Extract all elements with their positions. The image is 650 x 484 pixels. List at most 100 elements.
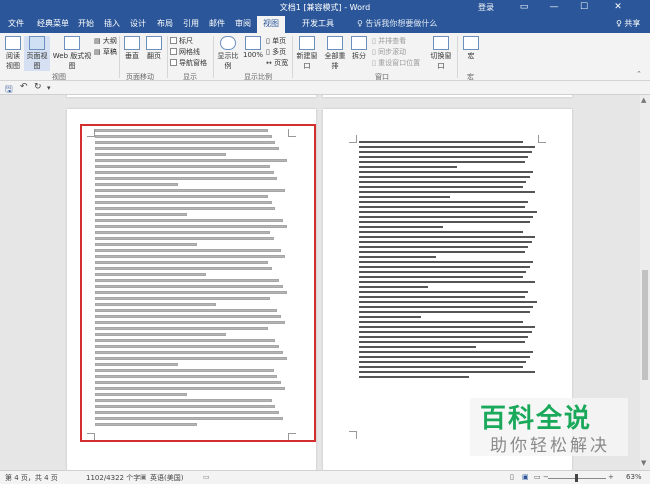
text-line	[359, 291, 529, 293]
zoom-button[interactable]: 显示比例	[216, 36, 240, 71]
language[interactable]: 英语(美国)	[150, 473, 183, 483]
text-line	[359, 191, 536, 193]
text-line	[359, 311, 530, 313]
text-line	[359, 256, 436, 258]
read-mode-button[interactable]: 阅读 视图	[3, 36, 23, 71]
vertical-button[interactable]: 垂直	[122, 36, 142, 61]
close-button[interactable]: ✕	[604, 0, 632, 15]
new-window-button[interactable]: 新建窗口	[294, 36, 320, 71]
print-layout-button[interactable]: 页面视图	[24, 36, 50, 71]
minimize-button[interactable]: —	[540, 0, 568, 15]
arrange-all-button[interactable]: 全部重排	[322, 36, 348, 71]
previous-page-bottom	[67, 95, 316, 97]
text-line	[359, 366, 523, 368]
scroll-down-icon[interactable]: ▼	[641, 459, 646, 467]
zoom-out-icon[interactable]: −	[543, 473, 549, 481]
outline-label: 大纲	[102, 37, 117, 45]
view-side-by-side-label: 并排查看	[378, 37, 407, 45]
text-line	[359, 166, 457, 168]
page-width-button[interactable]: ↔ 页宽	[266, 58, 288, 68]
macros-label: 宏	[467, 52, 475, 60]
crop-mark	[349, 431, 357, 439]
tab-classic-menu[interactable]: 经典菜单	[37, 18, 69, 29]
switch-windows-label: 切换窗口	[430, 52, 452, 70]
tab-developer[interactable]: 开发工具	[302, 18, 334, 29]
tab-mailings[interactable]: 邮件	[209, 18, 225, 29]
checkbox-icon	[170, 37, 177, 44]
side-to-side-label: 翻页	[147, 52, 161, 60]
print-layout-status-icon[interactable]: ▣	[522, 473, 529, 481]
scrollbar-thumb[interactable]	[642, 270, 648, 380]
synchronous-scrolling-button[interactable]: ▯ 同步滚动	[372, 47, 406, 57]
one-page-button[interactable]: ▯ 单页	[266, 36, 286, 46]
title-bar: 文档1 [兼容模式] - Word 登录 ▭ — ☐ ✕	[0, 0, 650, 15]
customize-toolbar-icon[interactable]: ▾	[47, 84, 51, 92]
text-line	[359, 326, 536, 328]
zoom-100-button[interactable]: 100%	[242, 36, 264, 59]
maximize-button[interactable]: ☐	[570, 0, 598, 15]
zoom-100-icon	[245, 36, 261, 50]
text-line	[359, 226, 443, 228]
macros-button[interactable]: 宏	[462, 36, 480, 61]
undo-icon[interactable]: ↶	[20, 82, 28, 92]
reset-window-position-button[interactable]: ▯ 重设窗口位置	[372, 58, 420, 68]
word-count[interactable]: 1102/4322 个字	[86, 473, 140, 483]
text-line	[359, 181, 527, 183]
tab-home[interactable]: 开始	[78, 18, 94, 29]
view-side-by-side-button[interactable]: ▯ 并排查看	[372, 36, 406, 46]
split-icon	[351, 36, 367, 50]
previous-page-bottom	[323, 95, 572, 97]
text-line	[359, 171, 534, 173]
share-button[interactable]: ♀ 共享	[616, 18, 640, 29]
new-window-icon	[299, 36, 315, 50]
zoom-in-icon[interactable]: +	[608, 473, 614, 481]
vertical-scrollbar[interactable]: ▲ ▼	[640, 95, 650, 470]
zoom-slider-thumb[interactable]	[575, 474, 578, 482]
zoom-level[interactable]: 63%	[626, 473, 642, 481]
draft-button[interactable]: ▤ 草稿	[94, 47, 117, 57]
web-layout-label: Web 版式视图	[52, 52, 92, 70]
text-line	[359, 351, 534, 353]
collapse-ribbon-icon[interactable]: ⌃	[636, 70, 642, 78]
proofing-icon[interactable]: ▣	[140, 473, 147, 481]
outline-button[interactable]: ▤ 大纲	[94, 36, 117, 46]
login-link[interactable]: 登录	[478, 2, 494, 13]
tab-references[interactable]: 引用	[183, 18, 199, 29]
gridlines-checkbox[interactable]: 网格线	[170, 47, 200, 57]
body-text-block[interactable]	[359, 141, 537, 381]
ribbon-divider	[457, 36, 458, 78]
gridlines-label: 网格线	[179, 48, 200, 56]
redo-icon[interactable]: ↻	[34, 82, 42, 92]
scroll-up-icon[interactable]: ▲	[641, 96, 646, 104]
navigation-pane-checkbox[interactable]: 导航窗格	[170, 58, 207, 68]
page-count[interactable]: 第 4 页，共 4 页	[5, 473, 58, 483]
watermark-subtitle: 助你轻松解决	[490, 436, 610, 456]
read-mode-status-icon[interactable]: ▯	[510, 473, 514, 481]
tab-layout[interactable]: 布局	[157, 18, 173, 29]
switch-windows-icon	[433, 36, 449, 50]
switch-windows-button[interactable]: 切换窗口	[428, 36, 454, 71]
tab-file[interactable]: 文件	[8, 18, 24, 29]
split-button[interactable]: 拆分	[350, 36, 368, 61]
tell-me-search[interactable]: ♀ 告诉我你想要做什么	[357, 18, 437, 29]
text-line	[359, 321, 523, 323]
ruler-checkbox[interactable]: 标尺	[170, 36, 193, 46]
vertical-label: 垂直	[125, 52, 139, 60]
multiple-pages-button[interactable]: ▯ 多页	[266, 47, 286, 57]
web-layout-status-icon[interactable]: ▭	[534, 473, 541, 481]
tab-design[interactable]: 设计	[130, 18, 146, 29]
ribbon-divider	[213, 36, 214, 78]
text-line	[359, 151, 532, 153]
text-line	[359, 161, 525, 163]
text-line	[359, 201, 529, 203]
macro-record-icon[interactable]: ▭	[203, 473, 210, 481]
side-to-side-button[interactable]: 翻页	[144, 36, 164, 61]
tab-view[interactable]: 视图	[257, 16, 285, 33]
ribbon-display-options-button[interactable]: ▭	[510, 0, 538, 15]
text-line	[359, 251, 525, 253]
tab-review[interactable]: 审阅	[235, 18, 251, 29]
new-window-label: 新建窗口	[296, 52, 318, 70]
tab-insert[interactable]: 插入	[104, 18, 120, 29]
text-line	[359, 371, 536, 373]
web-layout-button[interactable]: Web 版式视图	[52, 36, 92, 71]
